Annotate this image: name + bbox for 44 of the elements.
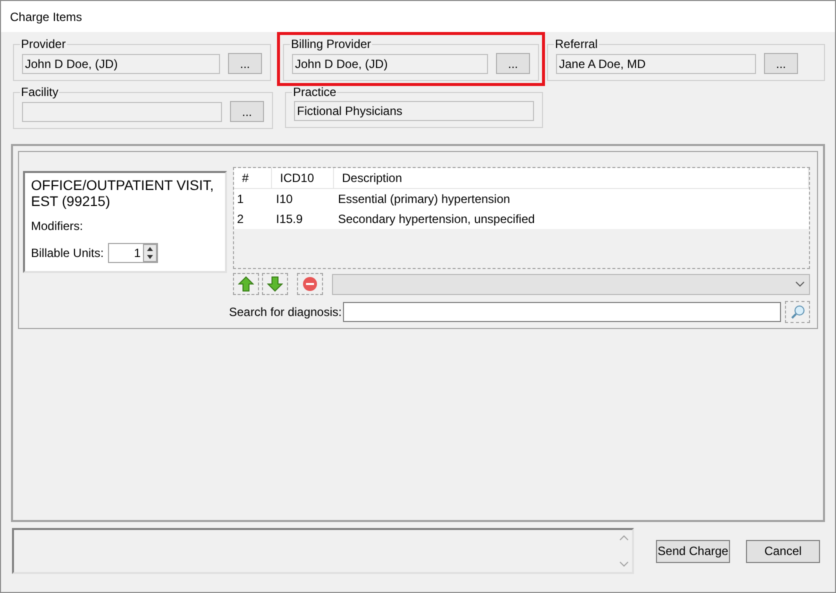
table-cell-text: I15.9 <box>275 211 304 228</box>
column-header[interactable]: # <box>234 168 272 188</box>
chevron-down-icon <box>795 281 805 287</box>
table-cell-text: I10 <box>275 191 294 208</box>
table-cell-text: Secondary hypertension, unspecified <box>337 211 536 228</box>
modifiers-label: Modifiers: <box>31 218 84 235</box>
group-label: Practice <box>292 84 338 101</box>
group-label: Facility <box>20 84 60 101</box>
units-value: 1 <box>133 245 142 262</box>
value-field[interactable]: Jane A Doe, MD <box>556 54 756 74</box>
value-field[interactable]: John D Doe, (JD) <box>292 54 488 74</box>
spin-arrows-icon[interactable] <box>142 244 157 262</box>
table-cell-text: 2 <box>236 211 245 228</box>
value-field[interactable]: Fictional Physicians <box>294 101 534 121</box>
group-label: Provider <box>20 36 67 53</box>
group-label: Referral <box>554 36 599 53</box>
browse-button[interactable]: ... <box>496 53 530 74</box>
browse-button[interactable]: ... <box>228 53 262 74</box>
value-field[interactable]: John D Doe, (JD) <box>22 54 220 74</box>
cancel-button[interactable]: Cancel <box>746 540 820 562</box>
search-label: Search for diagnosis: <box>229 304 342 321</box>
move-down-button[interactable] <box>262 273 288 295</box>
units-spinner[interactable]: 1 <box>108 243 158 263</box>
down-arrow-icon <box>267 276 283 292</box>
table-cell-text: Essential (primary) hypertension <box>337 191 512 208</box>
column-header[interactable]: Description <box>334 168 809 188</box>
group-label: Billing Provider <box>290 36 372 53</box>
remove-button[interactable] <box>297 273 323 295</box>
send-charge-button[interactable]: Send Charge <box>656 540 730 562</box>
search-button[interactable] <box>785 301 810 323</box>
browse-button[interactable]: ... <box>230 101 264 122</box>
search-icon <box>790 304 806 320</box>
move-up-button[interactable] <box>233 273 259 295</box>
up-arrow-icon <box>238 276 254 292</box>
procedure-title: OFFICE/OUTPATIENT VISIT, EST (99215) <box>31 177 215 209</box>
column-header[interactable]: ICD10 <box>272 168 334 188</box>
search-field[interactable] <box>342 302 781 322</box>
notes-area[interactable] <box>12 528 634 574</box>
remove-icon <box>302 276 318 292</box>
units-label: Billable Units: <box>31 245 104 262</box>
value-field[interactable] <box>22 102 222 122</box>
window-title: Charge Items <box>10 8 82 26</box>
table-cell-text: 1 <box>236 191 245 208</box>
browse-button[interactable]: ... <box>764 53 798 74</box>
